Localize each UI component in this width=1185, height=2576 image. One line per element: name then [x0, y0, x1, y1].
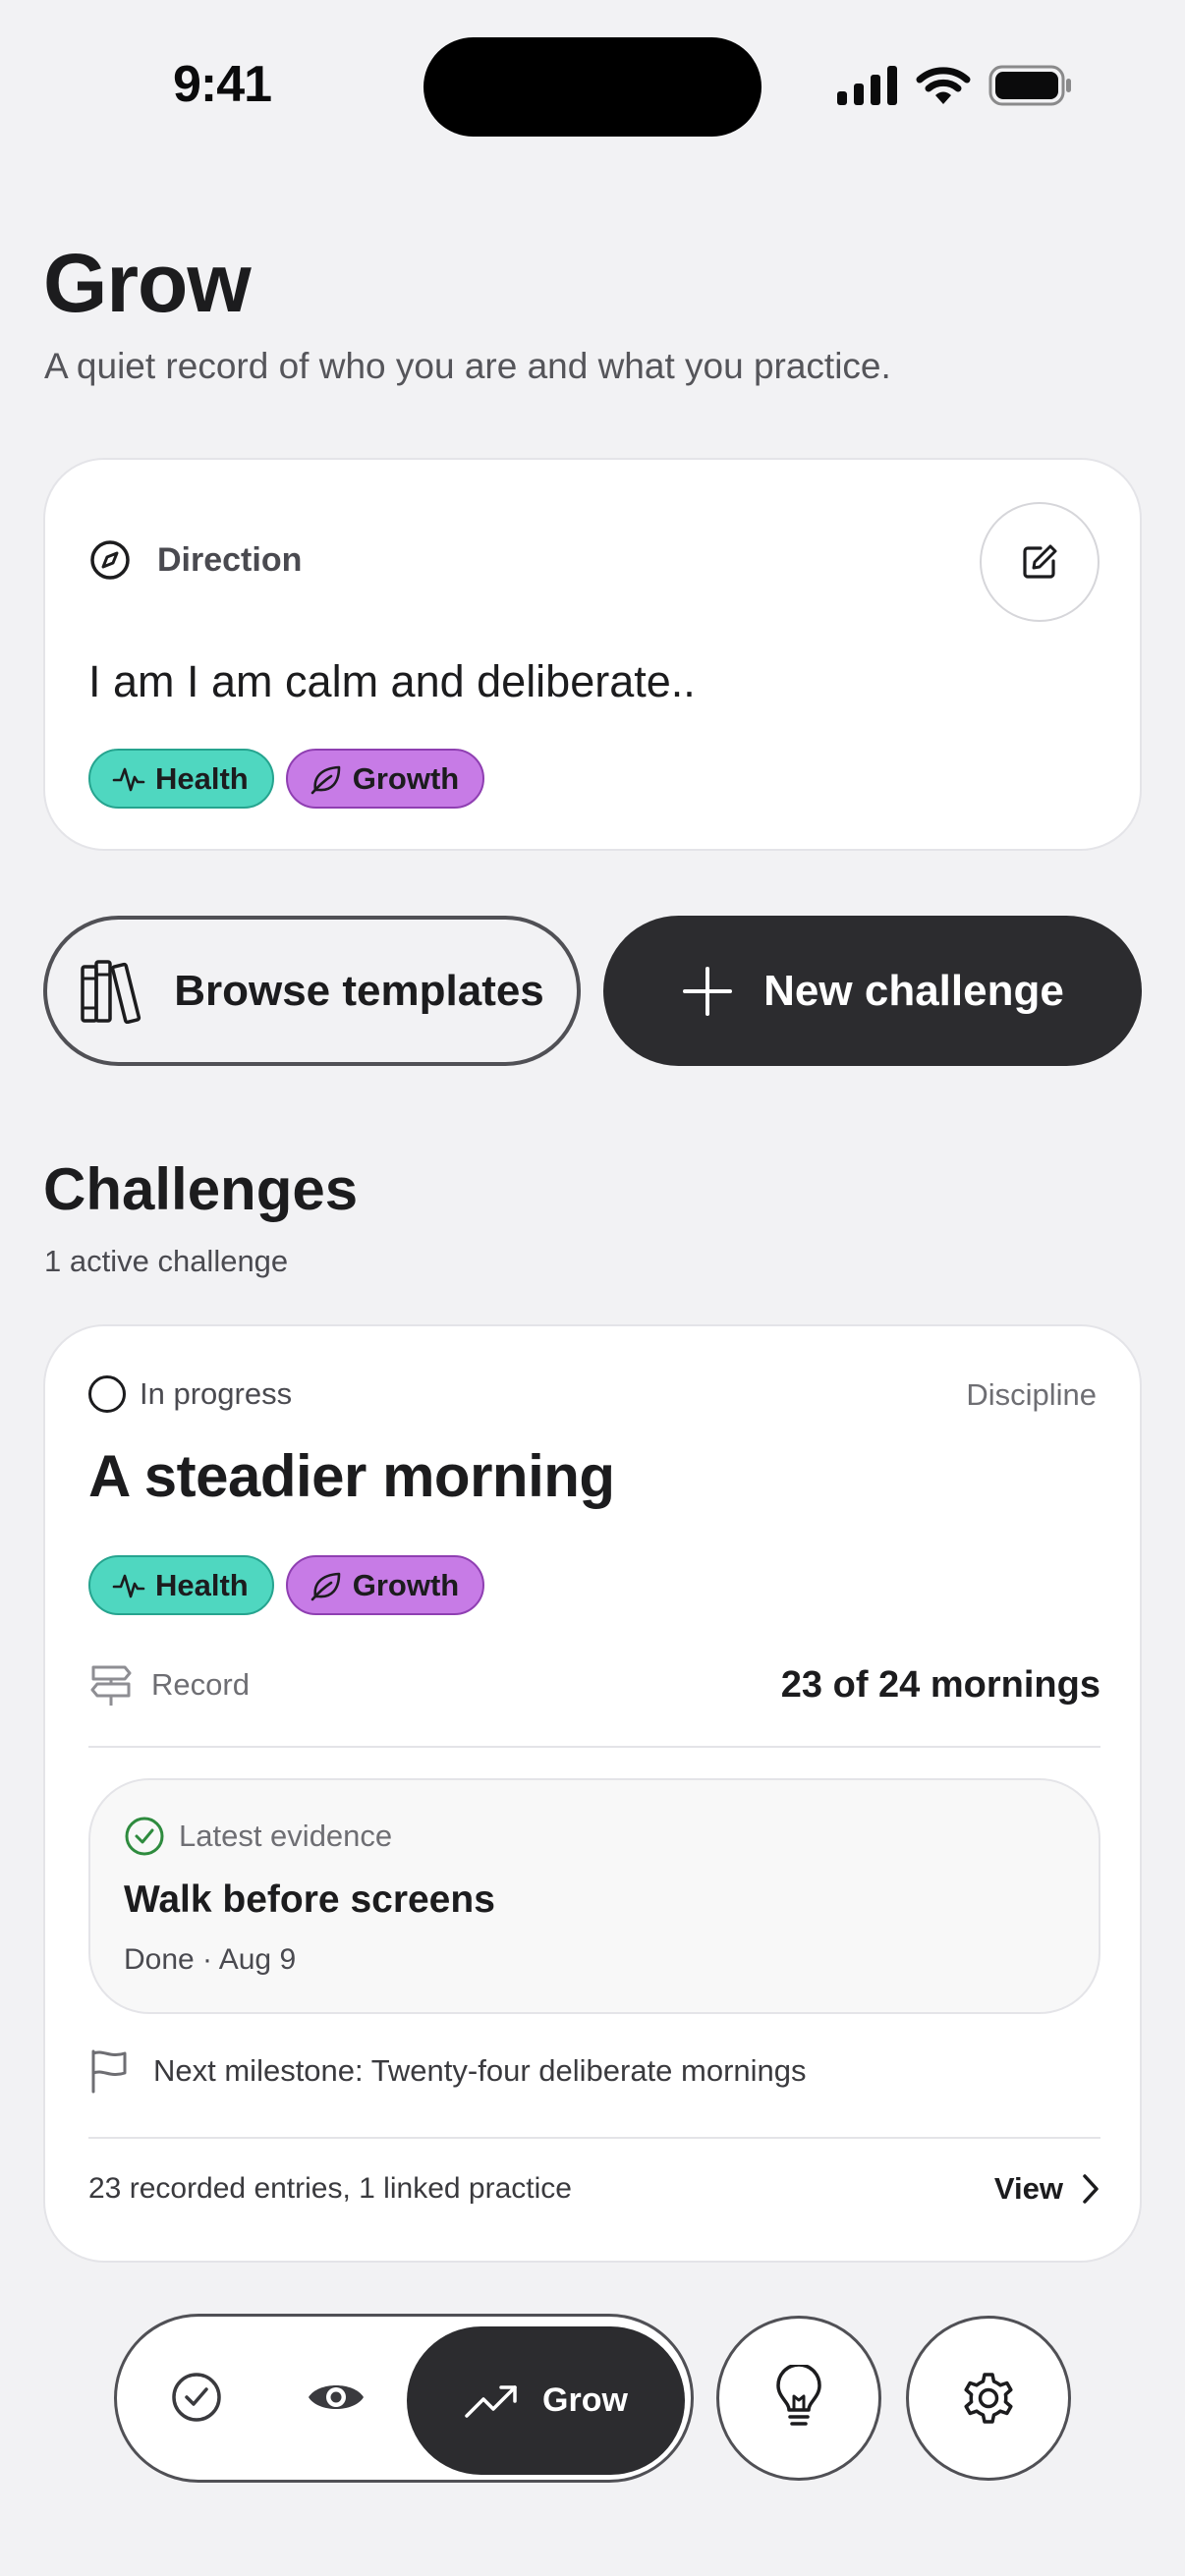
evidence-header: Latest evidence — [124, 1816, 392, 1857]
pulse-icon — [112, 767, 145, 791]
next-milestone: Next milestone: Twenty-four deliberate m… — [88, 2048, 807, 2094]
challenge-card[interactable]: In progress Discipline A steadier mornin… — [43, 1324, 1142, 2263]
tag-growth[interactable]: Growth — [285, 749, 485, 809]
direction-statement: I am I am calm and deliberate.. — [88, 656, 696, 706]
direction-tags: Health Growth — [88, 749, 485, 809]
divider — [88, 1746, 1100, 1748]
chevron-right-icon — [1083, 2174, 1099, 2204]
challenge-category: Discipline — [966, 1377, 1097, 1412]
status-icons — [837, 65, 1073, 106]
flag-icon — [91, 2049, 127, 2094]
check-circle-icon — [172, 2373, 221, 2422]
signpost-icon — [90, 1665, 132, 1706]
new-challenge-button[interactable]: New challenge — [603, 916, 1142, 1066]
evidence-meta: Done · Aug 9 — [124, 1943, 297, 1976]
wifi-icon — [916, 67, 971, 104]
browse-templates-button[interactable]: Browse templates — [43, 916, 581, 1066]
challenges-title: Challenges — [43, 1156, 359, 1222]
new-challenge-label: New challenge — [763, 966, 1064, 1015]
direction-header: Direction — [88, 538, 302, 582]
tab-today[interactable] — [159, 2355, 234, 2439]
ideas-button[interactable] — [716, 2316, 881, 2481]
view-label: View — [993, 2171, 1063, 2206]
pulse-icon — [112, 1574, 145, 1597]
books-icon — [81, 959, 141, 1024]
record-label-group: Record — [88, 1662, 250, 1708]
edit-direction-button[interactable] — [980, 502, 1100, 622]
tag-health[interactable]: Health — [88, 749, 274, 809]
challenges-count: 1 active challenge — [44, 1244, 289, 1278]
trend-up-icon — [465, 2384, 517, 2418]
cellular-signal-icon — [837, 66, 897, 105]
dynamic-island — [423, 37, 762, 137]
tab-grow-label: Grow — [542, 2381, 628, 2419]
record-label: Record — [151, 1667, 250, 1702]
plus-icon — [683, 966, 733, 1016]
settings-button[interactable] — [906, 2316, 1071, 2481]
tab-grow[interactable]: Grow — [407, 2326, 685, 2475]
entries-summary: 23 recorded entries, 1 linked practice — [88, 2172, 572, 2205]
direction-card: Direction I am I am calm and deliberate.… — [43, 458, 1142, 851]
page-subtitle: A quiet record of who you are and what y… — [44, 346, 891, 386]
divider — [88, 2137, 1100, 2139]
tag-label: Growth — [352, 1567, 460, 1602]
direction-label: Direction — [157, 540, 303, 579]
status-circle-icon — [88, 1375, 126, 1413]
challenge-status: In progress — [88, 1375, 292, 1413]
tag-health[interactable]: Health — [88, 1555, 274, 1615]
leaf-icon — [310, 765, 341, 794]
browse-templates-label: Browse templates — [174, 966, 544, 1015]
leaf-icon — [310, 1572, 341, 1600]
status-label: In progress — [140, 1376, 293, 1411]
lightbulb-icon — [776, 2365, 821, 2426]
compass-icon — [90, 540, 130, 580]
challenge-footer: 23 recorded entries, 1 linked practice V… — [88, 2171, 1100, 2207]
challenge-title: A steadier morning — [88, 1443, 615, 1509]
tag-growth[interactable]: Growth — [285, 1555, 485, 1615]
tag-label: Health — [155, 760, 249, 796]
challenge-tags: Health Growth — [88, 1555, 485, 1615]
evidence-title: Walk before screens — [124, 1878, 495, 1921]
eye-icon — [309, 2385, 364, 2409]
page-title: Grow — [43, 237, 252, 329]
record-count: 23 of 24 mornings — [780, 1663, 1100, 1706]
battery-icon — [988, 65, 1071, 106]
tab-observe[interactable] — [297, 2355, 375, 2439]
gear-icon — [964, 2373, 1013, 2424]
status-time: 9:41 — [173, 56, 272, 113]
milestone-text: Next milestone: Twenty-four deliberate m… — [153, 2053, 807, 2088]
record-row: Record 23 of 24 mornings — [88, 1662, 1100, 1708]
edit-icon — [1023, 544, 1057, 579]
tag-label: Health — [155, 1567, 249, 1602]
check-circle-icon — [125, 1817, 164, 1856]
view-challenge-link[interactable]: View — [994, 2171, 1100, 2207]
latest-evidence-card[interactable]: Latest evidence Walk before screens Done… — [88, 1778, 1100, 2014]
evidence-label: Latest evidence — [179, 1819, 393, 1853]
tag-label: Growth — [352, 760, 460, 796]
